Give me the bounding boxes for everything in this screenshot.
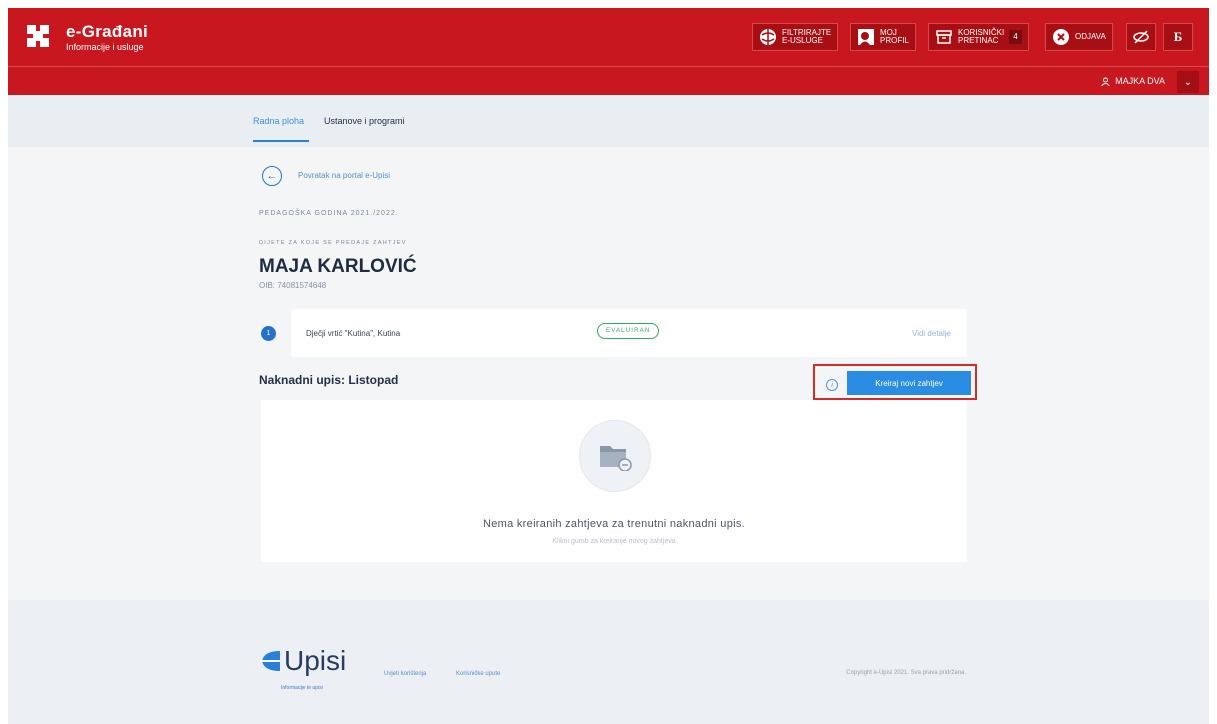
footer: Upisi Informacije te upisi Uvjeti korišt… <box>8 600 1209 724</box>
arrow-left-icon: ← <box>266 170 278 182</box>
my-profile-label: MOJ PROFIL <box>880 28 909 45</box>
user-inbox-button[interactable]: KORISNIČKI PRETINAC 4 <box>928 23 1029 51</box>
empty-state-card: Nema kreiranih zahtjeva za trenutni nakn… <box>261 400 967 562</box>
cyrillic-script-button[interactable]: Б <box>1163 23 1193 51</box>
back-button[interactable]: ← <box>262 166 282 186</box>
upisi-logo[interactable]: Upisi <box>260 645 346 677</box>
section-title: Naknadni upis: Listopad <box>259 373 399 387</box>
app-frame: e-Građani Informacije i usluge FILTRIRAJ… <box>8 8 1209 724</box>
create-request-highlight: i Kreiraj novi zahtjev <box>813 364 977 400</box>
copyright-text: Copyright e-Upisi 2021. Sva prava pridrž… <box>846 670 966 676</box>
brand-subtitle: Informacije i usluge <box>66 42 144 52</box>
status-badge: EVALUIRAN <box>597 323 660 339</box>
create-request-button[interactable]: Kreiraj novi zahtjev <box>847 371 971 395</box>
user-icon <box>1101 77 1111 86</box>
tab-radna-ploha[interactable]: Radna ploha <box>253 116 310 142</box>
accessibility-button[interactable] <box>1126 23 1156 51</box>
user-dropdown-button[interactable]: ⌄ <box>1177 71 1199 93</box>
upisi-logo-text: Upisi <box>284 645 347 676</box>
user-inbox-label: KORISNIČKI PRETINAC <box>958 28 1005 45</box>
folder-icon <box>600 446 632 471</box>
logout-button[interactable]: ODJAVA <box>1045 23 1113 51</box>
empty-state-subtitle: Klikni gumb za kreiranje novog zahtjeva <box>552 538 676 545</box>
tabs-bar: Radna ploha Ustanove i programi <box>8 95 1209 147</box>
cyrillic-icon: Б <box>1173 29 1183 44</box>
back-link[interactable]: Povratak na portal e-Upisi <box>298 171 390 180</box>
e-gradani-logo-icon[interactable] <box>27 25 49 47</box>
logout-icon <box>1052 28 1070 46</box>
upisi-tagline: Informacije te upisi <box>281 685 323 691</box>
pedagogical-year: PEDAGOŠKA GODINA 2021./2022. <box>259 210 399 217</box>
footer-link-guides[interactable]: Korisničke upute <box>456 671 500 677</box>
kindergarten-name: Dječji vrtić "Kutina", Kutina <box>306 329 401 338</box>
info-icon[interactable]: i <box>826 379 838 391</box>
user-menu[interactable]: MAJKA DVA <box>1101 76 1165 86</box>
child-label: DIJETE ZA KOJE SE PREDAJE ZAHTJEV <box>259 240 407 246</box>
top-header: e-Građani Informacije i usluge FILTRIRAJ… <box>8 8 1209 66</box>
logout-label: ODJAVA <box>1075 32 1106 41</box>
empty-state-illustration <box>579 420 651 492</box>
child-oib: OIB: 74081574648 <box>259 281 327 290</box>
filter-services-label: FILTRIRAJTE E-USLUGE <box>782 28 832 45</box>
empty-state-title: Nema kreiranih zahtjeva za trenutni nakn… <box>482 518 746 530</box>
accessibility-icon <box>1132 28 1150 46</box>
tab-ustanove-i-programi[interactable]: Ustanove i programi <box>324 116 405 126</box>
chevron-down-icon: ⌄ <box>1183 76 1193 88</box>
globe-icon <box>759 28 777 46</box>
my-profile-button[interactable]: MOJ PROFIL <box>850 23 916 51</box>
child-name: MAJA KARLOVIĆ <box>259 256 417 277</box>
user-bar: MAJKA DVA ⌄ <box>8 66 1209 95</box>
inbox-count-badge: 4 <box>1009 30 1022 44</box>
kindergarten-card: Dječji vrtić "Kutina", Kutina EVALUIRAN … <box>291 309 967 357</box>
profile-icon <box>857 28 875 46</box>
footer-link-terms[interactable]: Uvjeti korištenja <box>384 671 426 677</box>
user-name-label: MAJKA DVA <box>1115 76 1165 86</box>
brand-title[interactable]: e-Građani <box>66 22 148 42</box>
inbox-icon <box>935 28 953 46</box>
filter-services-button[interactable]: FILTRIRAJTE E-USLUGE <box>752 23 839 51</box>
view-details-link[interactable]: Vidi detalje <box>912 329 951 338</box>
upisi-logo-icon <box>260 651 280 671</box>
kindergarten-number-badge: 1 <box>261 326 276 341</box>
